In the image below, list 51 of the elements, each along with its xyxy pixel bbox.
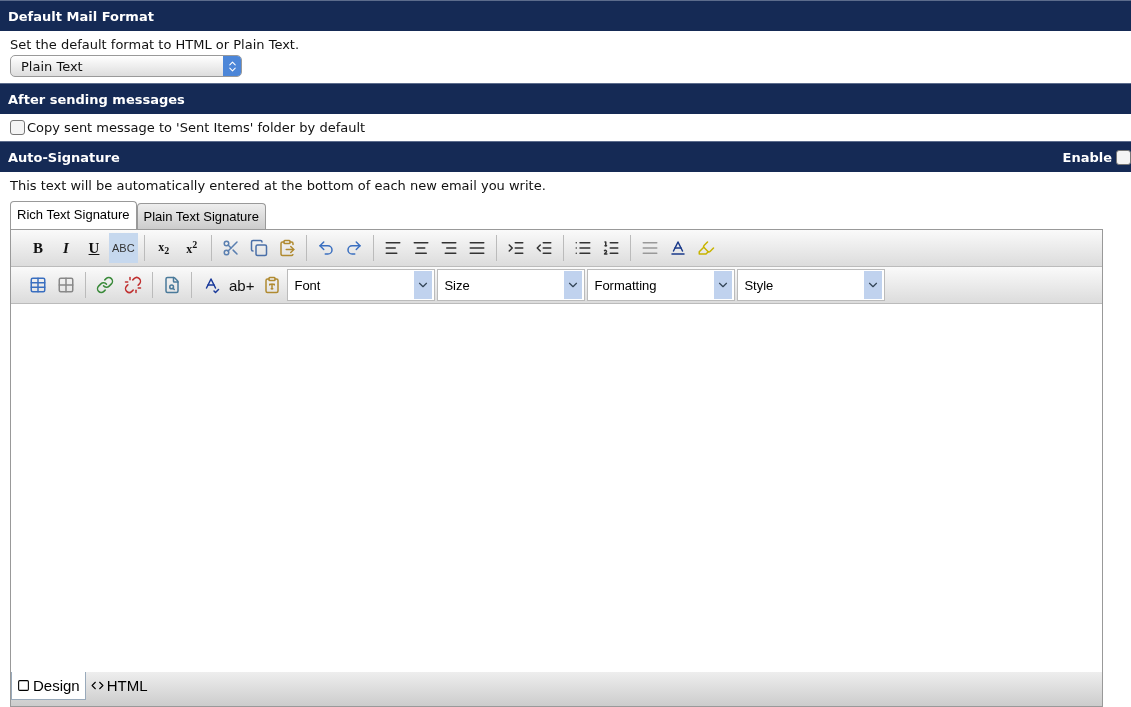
dropdown-label: Font <box>294 277 321 293</box>
align-right-icon <box>439 239 458 257</box>
mode-tab[interactable]: HTML <box>85 672 153 698</box>
format-button[interactable]: B <box>25 233 51 263</box>
preview-icon <box>163 276 181 294</box>
section-title: After sending messages <box>8 91 185 107</box>
copy-checkbox[interactable] <box>10 120 25 135</box>
checkbox-label: Copy sent message to 'Sent Items' folder by default <box>27 120 366 135</box>
format-button[interactable]: U <box>81 233 107 263</box>
dropdown-field[interactable]: Style <box>737 269 886 301</box>
indent-icon <box>506 239 525 257</box>
spinner-icon <box>223 56 241 76</box>
description-text: This text will be automatically entered at the bottom of each new email you write. <box>10 178 547 193</box>
signature-tab[interactable]: Rich Text Signature <box>10 201 137 229</box>
outdent-icon <box>534 239 553 257</box>
description-text: Set the default format to HTML or Plain Text. <box>10 37 301 52</box>
dropdown-field[interactable]: Size <box>437 269 586 301</box>
dropdown-label: Formatting <box>594 277 657 293</box>
format-button[interactable]: x$_{2}$ <box>150 233 177 263</box>
link-icon <box>96 276 114 294</box>
undo-icon <box>316 239 335 257</box>
scissors-icon <box>221 239 240 257</box>
copy-icon <box>249 239 268 257</box>
align-left-icon <box>383 239 402 257</box>
format-button[interactable]: x$^{2}$ <box>178 233 205 263</box>
clipboard-icon <box>277 239 296 257</box>
format-select[interactable]: Plain Text <box>10 55 242 77</box>
dropdown-field[interactable]: Formatting <box>587 269 736 301</box>
redo-icon <box>344 239 363 257</box>
cell-icon <box>57 276 75 294</box>
enable-checkbox[interactable] <box>1116 149 1131 165</box>
format-button[interactable]: ab+ <box>226 270 258 300</box>
unlink-icon <box>124 276 142 294</box>
dropdown-field[interactable]: Font <box>287 269 436 301</box>
table-icon <box>29 276 47 294</box>
bulleted-list-icon <box>573 239 592 257</box>
dropdown-label: Style <box>744 277 774 293</box>
justify-icon <box>467 239 486 257</box>
numbered-list-icon <box>601 239 620 257</box>
signature-tab[interactable]: Plain Text Signature <box>136 203 266 229</box>
font-color-icon <box>668 239 687 257</box>
highlighter-icon <box>696 239 715 257</box>
mode-tab[interactable]: Design <box>11 672 86 700</box>
enable-label: Enable <box>1062 149 1112 165</box>
align-center-icon <box>411 239 430 257</box>
format-button[interactable]: I <box>53 233 79 263</box>
dropdown-label: Size <box>444 277 470 293</box>
format-button[interactable]: ABC <box>109 233 138 263</box>
horizontal-rule-icon <box>640 239 659 257</box>
section-title: Default Mail Format <box>8 8 154 24</box>
section-title: Auto-Signature <box>8 149 120 165</box>
